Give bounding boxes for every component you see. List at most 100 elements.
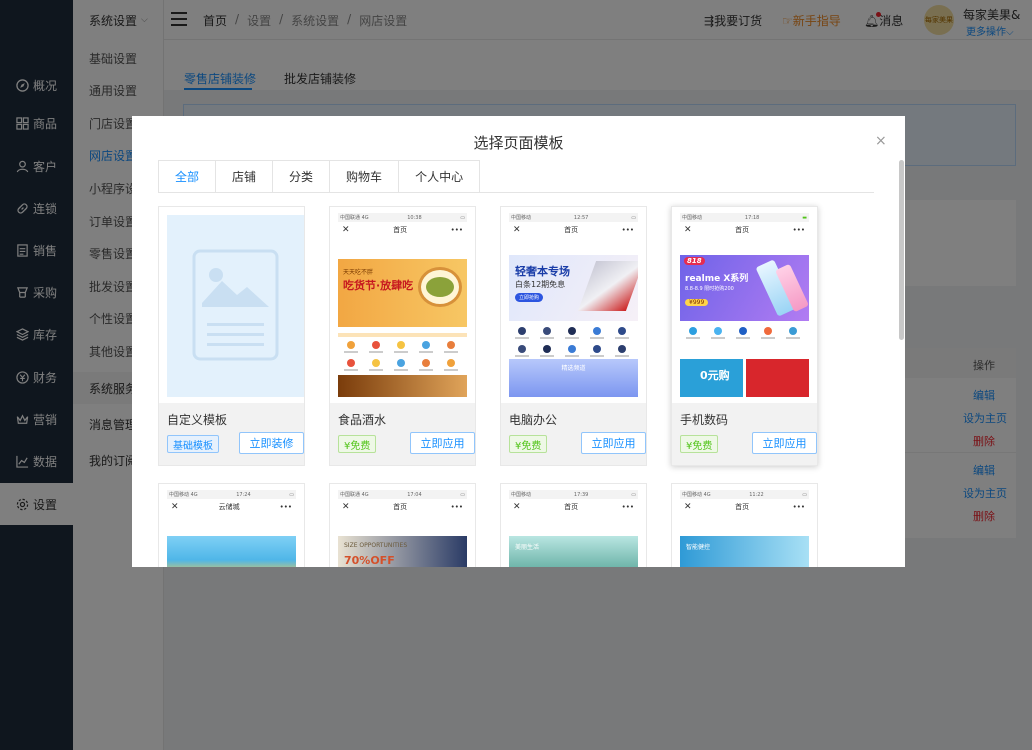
category-icon [518,345,526,353]
category-label-bar [444,369,458,371]
close-icon: ✕ [513,502,521,512]
phone-nav-bar: 中国移动 17:18 ▬ ✕ 首页 ••• [680,213,809,239]
phone-time: 17:39 [573,491,589,498]
card-title: 电脑办公 [509,413,558,427]
more-icon: ••• [621,503,634,511]
category-label-bar [615,355,629,357]
carrier-text: 中国移动 [511,492,532,498]
phone-status-bar: 中国联通 4G 10:38 ▭ [338,213,467,222]
more-icon: ••• [279,503,292,511]
preview-banner: SIZE OPPORTUNITIES 70%OFF [338,536,467,567]
phone-nav-bar: 中国移动 4G 11:22 ▭ ✕ 首页 ••• [680,490,809,516]
phone-nav-title: 首页 [393,503,408,511]
template-card-food[interactable]: 中国联通 4G 10:38 ▭ ✕ 首页 ••• 吃货节·放肆吃 天天吃不胖 食品酒水 … [329,206,476,466]
close-icon: ✕ [171,502,179,512]
banner-text: 美丽生活 [515,544,540,551]
template-card-row2-0[interactable]: 中国移动 4G 17:24 ▭ ✕ 云储城 ••• [158,483,305,567]
section-title: 精选频道 [561,365,586,372]
category-icon [789,327,797,335]
tab-template-3[interactable]: 购物车 [330,160,400,193]
battery-icon: ▭ [460,491,465,498]
category-label-bar [590,355,604,357]
price-badge: ¥免费 [509,435,548,453]
category-label-bar [565,355,579,357]
category-label-bar [419,351,433,353]
phone-time: 17:04 [407,491,422,498]
phone-nav-bar: 中国联通 4G 10:38 ▭ ✕ 首页 ••• [338,213,467,239]
preview-banner: 智能健控 [680,536,809,567]
template-card-pc[interactable]: 中国移动 12:57 ▭ ✕ 首页 ••• 轻奢本专场 白条12期免息 立即抢购 精选频… [500,206,647,466]
category-label-bar [444,351,458,353]
category-label-bar [540,337,554,339]
tab-template-4[interactable]: 个人中心 [399,160,481,193]
status-badge: 基础模板 [167,435,219,453]
more-icon: ••• [792,226,805,234]
card-footer: 电脑办公 ¥免费 立即应用 [501,403,646,465]
close-icon: ✕ [342,225,350,235]
modal-scrollbar[interactable] [899,160,904,340]
phone-nav-title: 首页 [564,226,579,234]
phone-nav-title: 首页 [735,503,750,511]
banner-cta: 立即抢购 [515,293,544,302]
category-icon [543,345,551,353]
category-icon [689,327,697,335]
category-icon [422,341,430,349]
phone-nav-bar: 中国移动 4G 17:24 ▭ ✕ 云储城 ••• [167,490,296,516]
close-icon[interactable]: × [875,133,887,149]
tab-template-2[interactable]: 分类 [273,160,331,193]
banner-headline: 吃货节·放肆吃 [343,279,414,292]
phone-time: 12:57 [573,214,589,221]
card-footer: 自定义模板 基础模板 立即装修 [159,403,304,465]
template-card-custom[interactable]: 自定义模板 基础模板 立即装修 [158,206,305,466]
category-icon [422,359,430,367]
phone-nav-title: 首页 [735,226,750,234]
food-preview: 吃货节·放肆吃 天天吃不胖 [338,247,467,397]
category-label-bar [369,369,383,371]
card-footer: 食品酒水 ¥免费 立即应用 [330,403,475,465]
carrier-text: 中国移动 4G [682,492,711,498]
phone-time: 17:18 [744,214,760,221]
banner-subtitle: 天天吃不胖 [343,269,374,276]
category-label-bar [786,337,800,339]
more-icon: ••• [792,503,805,511]
preview-banner [167,536,296,567]
carrier-text: 中国联通 4G [340,492,369,498]
template-card-phone[interactable]: 中国移动 17:18 ▬ ✕ 首页 ••• 818 realme X系列 8.8-8.9… [671,206,818,466]
category-label-bar [394,369,408,371]
carrier-text: 中国移动 [682,215,703,221]
template-card-row2-3[interactable]: 中国移动 4G 11:22 ▭ ✕ 首页 ••• 智能健控 [671,483,818,567]
phone-time: 11:22 [749,491,764,498]
phone-status-bar: 中国移动 17:39 ▭ [509,490,638,499]
phone-status-bar: 中国移动 17:18 ▬ [680,213,809,222]
category-icon [447,359,455,367]
battery-icon: ▭ [631,491,636,498]
phone-time: 10:38 [407,214,422,221]
category-icon [518,327,526,335]
carrier-text: 中国移动 4G [169,492,198,498]
tab-template-1[interactable]: 店铺 [216,160,274,193]
category-label-bar [394,351,408,353]
category-label-bar [686,337,700,339]
template-card-row2-2[interactable]: 中国移动 17:39 ▭ ✕ 首页 ••• 美丽生活 [500,483,647,567]
template-card-row2-1[interactable]: 中国联通 4G 17:04 ▭ ✕ 首页 ••• SIZE OPPORTUNITIES 70%… [329,483,476,567]
banner-subline: 8.8-8.9 限时抢购200 [685,286,734,292]
phone-nav-bar: 中国移动 17:39 ▭ ✕ 首页 ••• [509,490,638,516]
category-label-bar [344,369,358,371]
apply-now-button[interactable]: 立即应用 [410,432,475,454]
carrier-text: 中国联通 4G [340,215,369,221]
decorate-now-button[interactable]: 立即装修 [239,432,304,454]
card-footer: 手机数码 ¥免费 立即应用 [672,403,817,465]
close-icon: ✕ [513,225,521,235]
close-icon: ✕ [684,225,692,235]
tabs-divider [158,192,874,193]
preview-banner: 美丽生活 [509,536,638,567]
tab-template-0[interactable]: 全部 [158,160,217,193]
apply-now-button[interactable]: 立即应用 [752,432,817,454]
apply-now-button[interactable]: 立即应用 [581,432,646,454]
card-title: 食品酒水 [338,413,387,427]
category-icon [593,327,601,335]
phone-status-bar: 中国移动 4G 17:24 ▭ [167,490,296,499]
more-icon: ••• [450,503,463,511]
category-icon [372,359,380,367]
carrier-text: 中国移动 [511,215,532,221]
